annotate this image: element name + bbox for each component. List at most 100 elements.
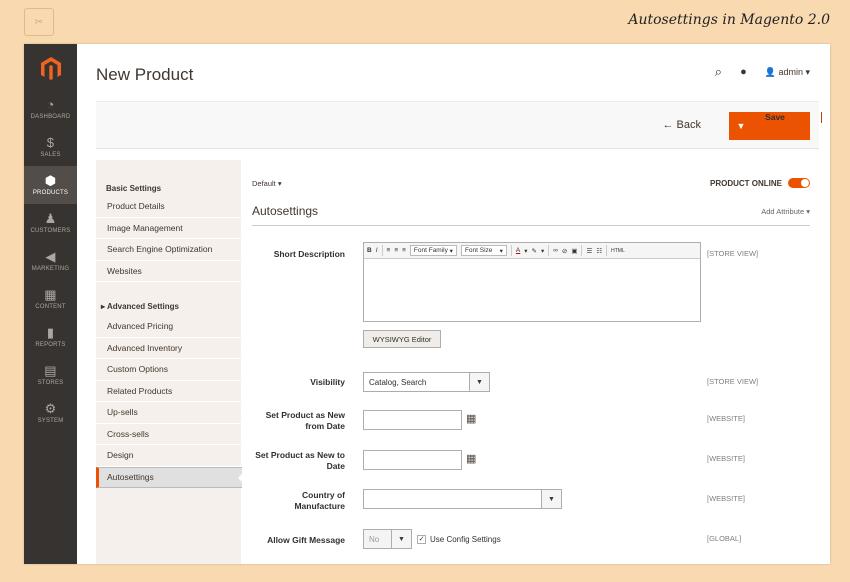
nav-label: SYSTEM [37,418,64,424]
tab-up-sells[interactable]: Up-sells [96,402,241,424]
italic-icon[interactable]: I [376,247,378,254]
admin-window: ◔ DASHBOARD $ SALES ⬢ PRODUCTS ♟ CUSTOMERS ◀ MARK… [24,44,830,564]
scope-tag: [STORE VIEW] [707,249,759,258]
new-to-date-input[interactable] [363,450,462,470]
gift-message-label: Allow Gift Message [267,535,345,545]
scope-tag: [WEBSITE] [707,494,745,503]
scope-tag: [WEBSITE] [707,454,745,463]
page-title: New Product [96,65,194,84]
nav-item-system[interactable]: ⚙ SYSTEM [24,394,77,432]
country-select[interactable]: ▼ [363,489,562,509]
nav-label: CONTENT [35,304,66,310]
tab-websites[interactable]: Websites [96,261,241,282]
scope-tag: [STORE VIEW] [707,377,759,386]
align-center-icon[interactable]: ≡ [394,247,398,254]
nav-label: SALES [40,152,61,158]
tab-product-details[interactable]: Product Details [96,196,241,218]
tab-advanced-pricing[interactable]: Advanced Pricing [96,316,241,338]
bullet-list-icon[interactable]: ☰ [586,247,592,255]
nav-label: REPORTS [35,342,66,348]
add-attribute-button[interactable]: Add Attribute ▾ [761,207,810,216]
chevron-down-icon: ▼ [391,530,411,548]
admin-sidebar: ◔ DASHBOARD $ SALES ⬢ PRODUCTS ♟ CUSTOMERS ◀ MARK… [24,44,77,564]
chevron-down-icon: ▼ [541,490,561,508]
toggle-switch[interactable] [788,178,810,188]
divider [252,225,810,226]
tab-cross-sells[interactable]: Cross-sells [96,424,241,445]
nav-label: DASHBOARD [30,114,71,120]
visibility-select[interactable]: Catalog, Search ▼ [363,372,490,392]
nav-item-customers[interactable]: ♟ CUSTOMERS [24,204,77,242]
new-to-date-label: Set Product as New to Date [255,450,345,471]
align-right-icon[interactable]: ≡ [402,247,406,254]
nav-item-marketing[interactable]: ◀ MARKETING [24,242,77,280]
wysiwyg-editor-button[interactable]: WYSIWYG Editor [363,330,441,348]
use-config-checkbox[interactable]: ✓ [417,535,426,544]
dollar-icon: $ [46,135,55,150]
use-config-label: Use Config Settings [430,535,501,544]
image-icon[interactable]: ▣ [571,247,577,255]
tab-related-products[interactable]: Related Products [96,381,241,402]
font-family-select[interactable]: Font Family ▾ [409,245,457,256]
arrow-left-icon: ← [662,119,674,131]
main-area: New Product ⌕ ● 👤 admin ▾ ← Back Save ▼ … [77,44,830,564]
nav-item-dashboard[interactable]: ◔ DASHBOARD [24,90,77,128]
cube-icon: ⬢ [44,173,57,188]
highlight-icon[interactable]: ✎ [532,247,537,255]
store-scope-switcher[interactable]: Default ▾ [252,179,282,188]
page-actions: ← Back Save ▼ [96,101,822,149]
nav-item-stores[interactable]: ▤ STORES [24,356,77,394]
unlink-icon[interactable]: ⊘ [562,247,567,255]
save-button[interactable]: Save [729,112,822,123]
back-button[interactable]: ← Back [662,119,701,131]
product-form: Default ▾ PRODUCT ONLINE Autosettings Ad… [252,160,812,564]
visibility-label: Visibility [310,377,345,387]
nav-label: STORES [37,380,64,386]
chevron-down-icon: ▼ [469,373,489,391]
bar-chart-icon: ▮ [46,325,55,340]
search-icon[interactable]: ⌕ [715,64,722,80]
calendar-icon[interactable]: ▦ [466,452,476,465]
tab-custom-options[interactable]: Custom Options [96,359,241,381]
short-description-label: Short Description [273,249,345,259]
product-tabs: Basic Settings Product Details Image Mana… [96,160,242,564]
font-size-select[interactable]: Font Size ▾ [460,245,507,256]
megaphone-icon: ◀ [45,249,56,264]
tab-advanced-inventory[interactable]: Advanced Inventory [96,338,241,359]
tab-design[interactable]: Design [96,445,241,467]
gift-message-select[interactable]: No ▼ [363,529,412,549]
nav-item-reports[interactable]: ▮ REPORTS [24,318,77,356]
caption: Autosettings in Magento 2.0 [628,12,830,28]
nav-item-sales[interactable]: $ SALES [24,128,77,166]
person-icon: ♟ [44,211,57,226]
nav-item-products[interactable]: ⬢ PRODUCTS [24,166,77,204]
tab-image-management[interactable]: Image Management [96,218,241,239]
html-icon[interactable]: HTML [611,248,625,254]
number-list-icon[interactable]: ☷ [596,247,602,255]
magento-logo[interactable] [24,48,77,90]
dashboard-icon: ◔ [46,97,55,112]
new-from-date-label: Set Product as New from Date [265,410,345,431]
short-description-editor[interactable]: BI ≡ ≡ ≡ Font Family ▾ Font Size ▾ A ▾ ✎ ▾ ∞ ⊘… [363,242,701,322]
user-menu[interactable]: 👤 admin ▾ [765,67,810,78]
new-from-date-input[interactable] [363,410,462,430]
tab-search-engine-optimization[interactable]: Search Engine Optimization [96,239,241,261]
scope-tag: [WEBSITE] [707,414,745,423]
align-left-icon[interactable]: ≡ [387,247,391,254]
fieldset-title: Autosettings [252,204,319,218]
calendar-icon[interactable]: ▦ [466,412,476,425]
store-icon: ▤ [44,363,57,378]
text-color-icon[interactable]: A [516,247,520,254]
advanced-settings-title[interactable]: ▸ Advanced Settings [96,302,241,316]
site-logo: ✂ [24,8,54,36]
product-online-toggle[interactable]: PRODUCT ONLINE [710,178,810,188]
nav-item-content[interactable]: ▦ CONTENT [24,280,77,318]
bold-icon[interactable]: B [367,247,372,254]
bell-icon[interactable]: ● [740,66,747,78]
save-button-group: Save ▼ [729,112,822,140]
nav-label: CUSTOMERS [30,228,71,234]
tab-autosettings[interactable]: Autosettings [96,466,242,488]
scope-tag: [GLOBAL] [707,534,742,543]
link-icon[interactable]: ∞ [553,247,558,254]
gear-icon: ⚙ [44,401,57,416]
